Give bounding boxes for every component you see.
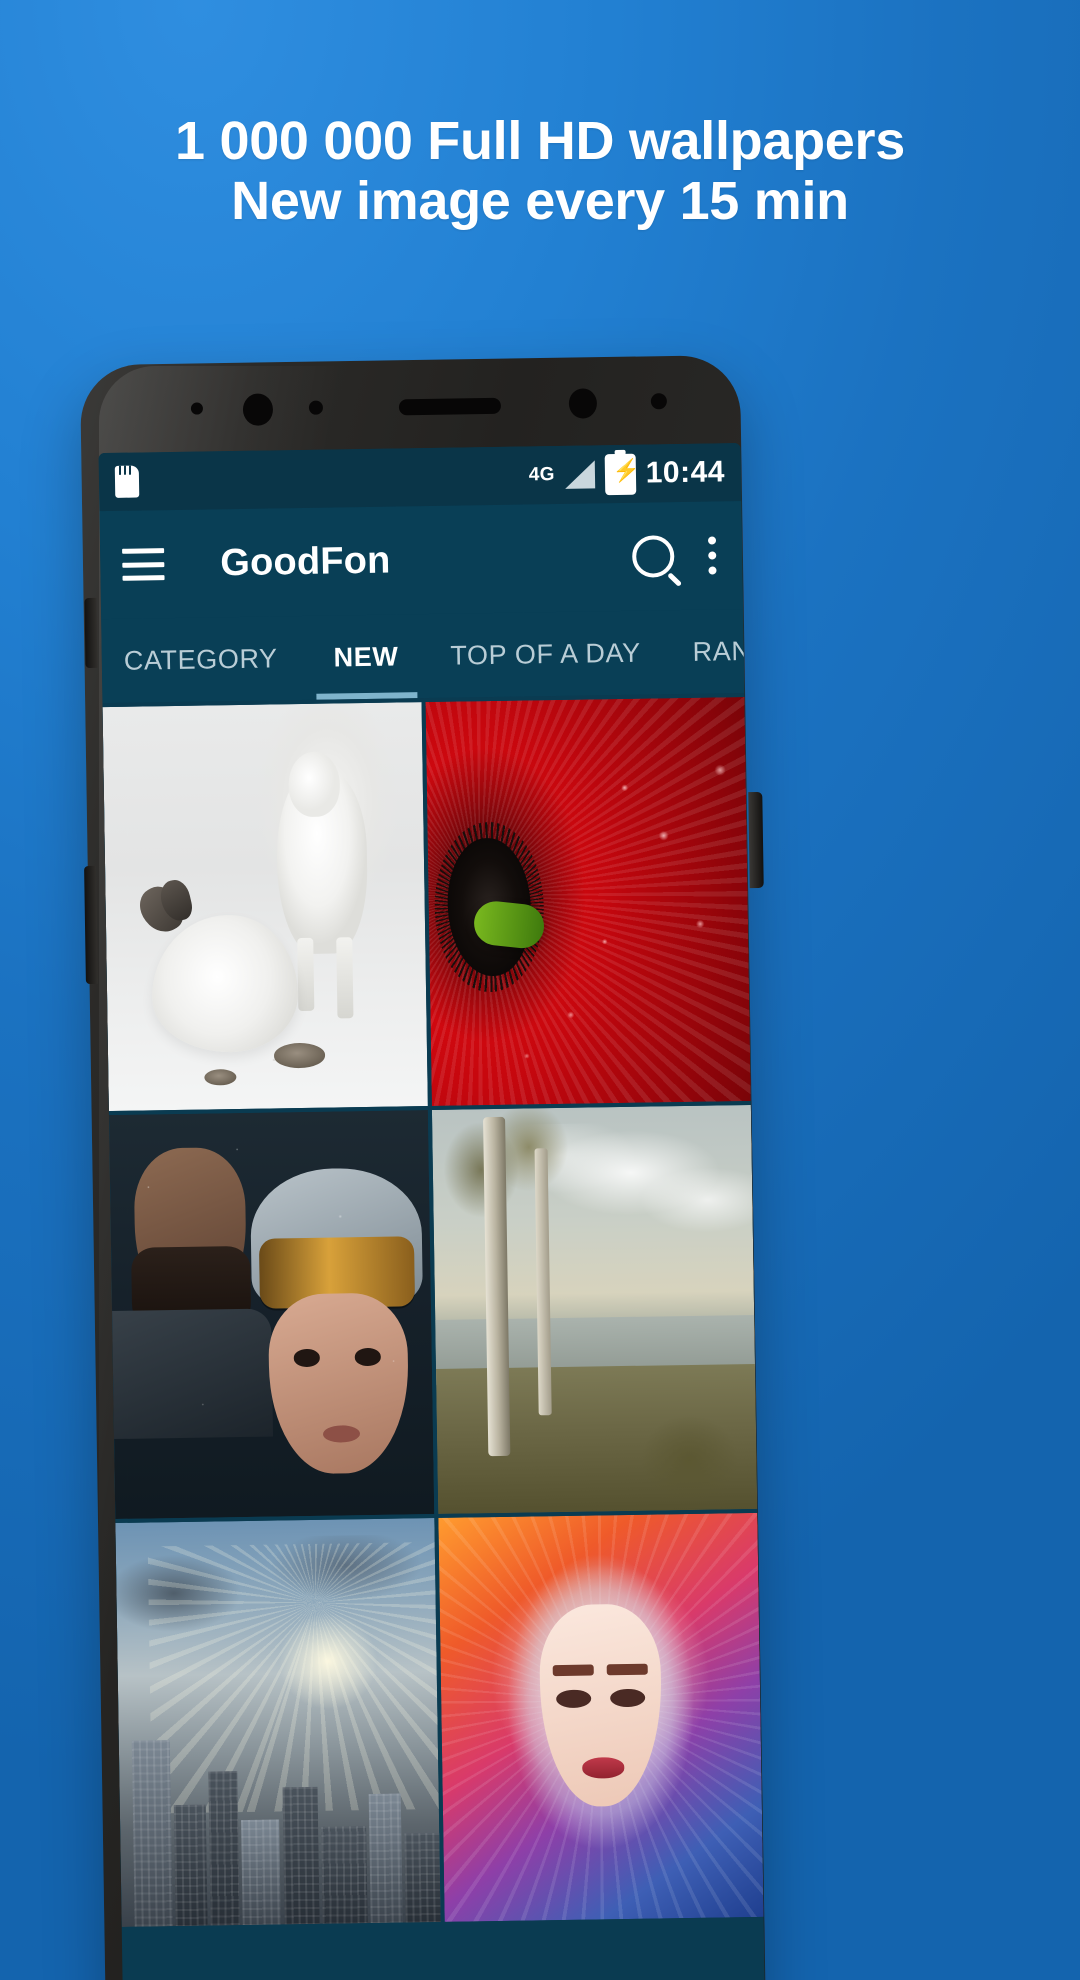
sun-rays: [147, 1542, 439, 1814]
white-hare-head: [288, 751, 341, 818]
wallpaper-grid: [102, 693, 764, 1927]
building-tower-left: [131, 1740, 173, 1927]
tab-bar: CATEGORY NEW TOP OF A DAY RANDOM: [101, 609, 745, 704]
app-bar-actions: [631, 534, 721, 578]
building-g: [404, 1833, 441, 1923]
wallpaper-thumbnail-city-skyline[interactable]: [115, 1517, 441, 1927]
wallpaper-thumbnail-snow-hares[interactable]: [102, 702, 428, 1112]
tab-label: RANDOM: [692, 634, 745, 667]
building-a: [174, 1804, 208, 1927]
tab-label: CATEGORY: [123, 642, 278, 676]
building-c: [241, 1819, 282, 1926]
signal-bars-icon: [564, 460, 595, 489]
artwork: [102, 702, 428, 1112]
sensor-dot-small-left: [190, 402, 204, 415]
building-f: [368, 1793, 403, 1924]
tab-new[interactable]: NEW: [307, 614, 425, 700]
sensor-dot-far-right: [650, 393, 668, 410]
promo-headline: 1 000 000 Full HD wallpapers New image e…: [0, 111, 1080, 232]
artwork: [108, 1110, 435, 1520]
sd-card-icon: [114, 465, 140, 498]
ground-debris-b: [203, 1068, 237, 1086]
artwork: [438, 1512, 764, 1922]
tab-label: NEW: [333, 640, 399, 672]
front-camera-icon: [242, 393, 274, 426]
snowfall-overlay: [108, 1110, 435, 1520]
girl-brow-left: [552, 1664, 594, 1677]
app-bar: GoodFon: [99, 501, 744, 620]
sensor-dot-right: [568, 388, 598, 419]
building-e: [321, 1826, 368, 1924]
more-vertical-icon[interactable]: [707, 536, 717, 575]
app-title: GoodFon: [219, 539, 391, 584]
tab-random[interactable]: RANDOM: [666, 609, 744, 694]
girl-lips: [582, 1757, 625, 1779]
search-icon[interactable]: [631, 535, 675, 578]
artwork: [431, 1104, 758, 1514]
tab-label: TOP OF A DAY: [450, 637, 641, 671]
status-bar-right-group: 4G ⚡ 10:44: [528, 452, 725, 496]
status-bar-clock: 10:44: [645, 455, 726, 490]
building-d: [282, 1786, 320, 1925]
network-type-label: 4G: [528, 463, 555, 486]
tab-category[interactable]: CATEGORY: [101, 616, 308, 703]
wallpaper-thumbnail-red-poppy[interactable]: [425, 697, 751, 1106]
building-b: [208, 1771, 240, 1926]
headline-line-1: 1 000 000 Full HD wallpapers: [175, 111, 905, 171]
water-droplets: [425, 697, 751, 1106]
promo-screenshot: 1 000 000 Full HD wallpapers New image e…: [0, 0, 1080, 1980]
wallpaper-thumbnail-game-characters[interactable]: [108, 1110, 435, 1520]
ground-debris-a: [273, 1043, 326, 1069]
sensor-dot-small-right: [308, 400, 324, 415]
phone-button-left-upper[interactable]: [84, 597, 98, 669]
artwork: [115, 1517, 441, 1927]
earpiece-speaker: [398, 397, 502, 416]
wallpaper-thumbnail-fantasy-girl[interactable]: [438, 1512, 764, 1922]
status-bar: 4G ⚡ 10:44: [98, 443, 742, 512]
phone-mockup: 4G ⚡ 10:44 GoodFon CATEGORY NEW TOP OF A…: [79, 354, 767, 1980]
hamburger-menu-icon[interactable]: [122, 548, 165, 581]
wallpaper-thumbnail-landscape-painting[interactable]: [431, 1104, 758, 1514]
phone-screen: 4G ⚡ 10:44 GoodFon CATEGORY NEW TOP OF A…: [98, 443, 766, 1980]
battery-charging-icon: ⚡: [604, 453, 640, 495]
phone-button-left-lower[interactable]: [84, 865, 98, 985]
hare-leg-b: [335, 937, 354, 1019]
tab-top-of-a-day[interactable]: TOP OF A DAY: [424, 610, 668, 698]
phone-button-right[interactable]: [748, 791, 764, 889]
headline-line-2: New image every 15 min: [231, 170, 849, 231]
foreground-bush: [627, 1395, 751, 1503]
artwork: [425, 697, 751, 1106]
tree-canopy: [438, 1104, 581, 1240]
girl-brow-right: [606, 1664, 649, 1676]
hare-leg-a: [297, 938, 315, 1012]
